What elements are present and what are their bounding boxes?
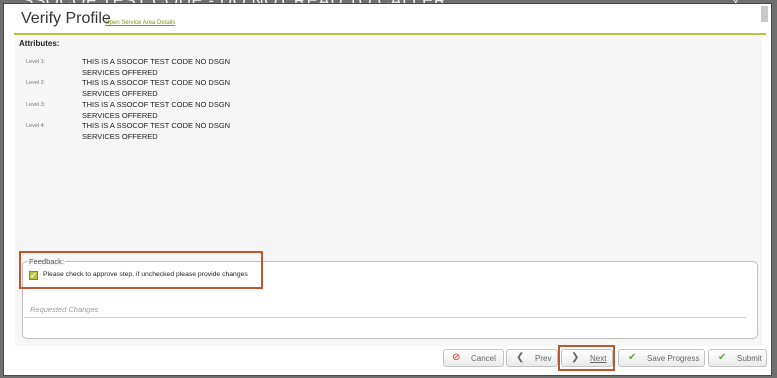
level-label: Level 4: [26, 123, 46, 129]
approve-step-checkbox[interactable]: ✓ [29, 271, 38, 280]
level-value-line: THIS IS A SSOCOF TEST CODE NO DSGN [82, 78, 231, 87]
cancel-icon: ⊘ [452, 352, 461, 363]
level-label: Level 3: [26, 102, 46, 108]
chevron-left-icon: ❮ [516, 352, 525, 363]
dialog-title: Verify Profile [21, 10, 111, 27]
submit-label: Submit [737, 354, 762, 363]
requested-changes-placeholder: Requested Changes [30, 305, 99, 314]
header-accent-divider [14, 33, 766, 35]
chevron-right-icon: ❯ [571, 352, 580, 363]
level-value-line: THIS IS A SSOCOF TEST CODE NO DSGN [82, 57, 231, 66]
cancel-label: Cancel [471, 354, 496, 363]
dialog-content: Attributes: Level 1: THIS IS A SSOCOF TE… [15, 36, 762, 346]
attributes-heading: Attributes: [19, 39, 60, 48]
checkmark-icon: ✔ [628, 352, 637, 363]
next-label: Next [590, 354, 607, 363]
level-value-line: SERVICES OFFERED [82, 132, 158, 141]
feedback-fieldset: Feedback: ✓ Please check to approve step… [22, 257, 758, 339]
prev-label: Prev [535, 354, 552, 363]
submit-button[interactable]: ✔ Submit [708, 349, 767, 367]
open-service-area-details-link[interactable]: Open Service Area Details [105, 20, 175, 26]
next-button[interactable]: ❯ Next [561, 349, 613, 367]
verify-profile-dialog: Verify Profile Open Service Area Details… [3, 3, 772, 376]
level-label: Level 2: [26, 80, 46, 86]
level-value: THIS IS A SSOCOF TEST CODE NO DSGN SERVI… [82, 77, 242, 99]
level-label: Level 1: [26, 59, 46, 65]
feedback-legend: Feedback: [28, 257, 66, 266]
requested-changes-input[interactable]: Requested Changes [24, 301, 746, 318]
scrollbar-thumb[interactable] [761, 6, 768, 22]
prev-button[interactable]: ❮ Prev [506, 349, 558, 367]
save-progress-button[interactable]: ✔ Save Progress [618, 349, 705, 367]
dialog-header: Verify Profile Open Service Area Details [4, 4, 771, 33]
cancel-button[interactable]: ⊘ Cancel [443, 349, 504, 367]
level-value-line: THIS IS A SSOCOF TEST CODE NO DSGN [82, 100, 231, 109]
level-value: THIS IS A SSOCOF TEST CODE NO DSGN SERVI… [82, 99, 242, 121]
level-value-line: THIS IS A SSOCOF TEST CODE NO DSGN [82, 121, 231, 130]
level-value-line: SERVICES OFFERED [82, 89, 158, 98]
checkmark-icon: ✔ [718, 352, 727, 363]
approve-step-label[interactable]: Please check to approve step, if uncheck… [43, 271, 248, 278]
level-value: THIS IS A SSOCOF TEST CODE NO DSGN SERVI… [82, 56, 242, 78]
save-progress-label: Save Progress [647, 354, 700, 363]
dialog-scrollbar[interactable] [761, 6, 768, 344]
level-value: THIS IS A SSOCOF TEST CODE NO DSGN SERVI… [82, 120, 242, 142]
